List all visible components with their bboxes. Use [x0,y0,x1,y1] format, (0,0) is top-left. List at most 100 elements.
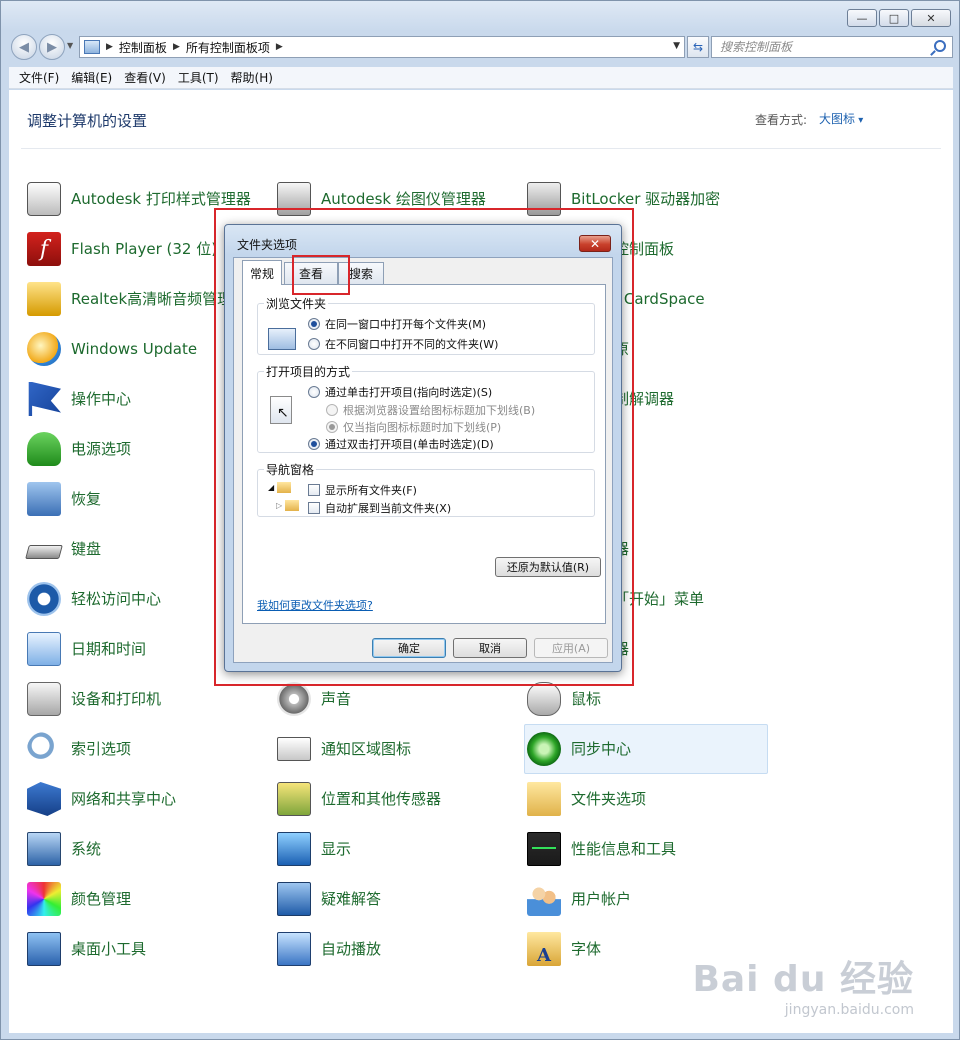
cp-item-windows-update[interactable]: Windows Update [15,326,197,372]
checkbox-auto-expand[interactable]: 自动扩展到当前文件夹(X) [308,500,451,516]
breadcrumb-arrow-icon[interactable]: ▶ [173,42,180,52]
cp-item-label: 显示 [321,840,352,858]
watermark-logo: Bai du 经验 [692,959,914,1000]
menu-view[interactable]: 查看(V) [124,69,176,86]
ok-button[interactable]: 确定 [372,638,446,658]
checkbox-label: 自动扩展到当前文件夹(X) [325,502,452,515]
watermark-url: jingyan.baidu.com [784,1002,914,1018]
cp-item-date-time[interactable]: 日期和时间 [15,626,146,672]
checkbox[interactable] [308,502,320,514]
view-by-dropdown[interactable]: 大图标 [819,110,863,127]
cp-item-ease-of-access[interactable]: 轻松访问中心 [15,576,161,622]
cp-item-label: 系统 [71,840,102,858]
radio-button[interactable] [308,318,320,330]
cp-item-keyboard[interactable]: 键盘 [15,526,101,572]
radio-label: 根据浏览器设置给图标标题加下划线(B) [343,404,536,417]
cp-item-label: 文件夹选项 [571,790,647,808]
radio-single-click[interactable]: 通过单击打开项目(指向时选定)(S) [308,384,492,400]
group-legend: 打开项目的方式 [266,365,351,379]
cp-item-index-options[interactable]: 索引选项 [15,726,131,772]
address-bar[interactable]: ▶ 控制面板 ▶ 所有控制面板项 ▶ ▼ [79,36,685,58]
cp-item-sync-center[interactable]: 同步中心 [524,724,768,774]
help-link[interactable]: 我如何更改文件夹选项? [257,597,373,613]
watermark: Bai du 经验 jingyan.baidu.com [692,950,914,1018]
radio-label: 仅当指向图标标题时加下划线(P) [343,421,502,434]
navigation-pane-group: 导航窗格 ◢ ▷ 显示所有文件夹(F) 自动扩展到当前文件夹(X) [257,461,595,517]
windows-update-icon [27,332,61,366]
checkbox-show-all-folders[interactable]: 显示所有文件夹(F) [308,482,417,498]
date-time-icon [27,632,61,666]
checkbox[interactable] [308,484,320,496]
recent-pages-dropdown-icon[interactable]: ▼ [67,41,73,50]
search-input[interactable] [720,40,920,54]
refresh-button[interactable]: ⇆ [687,36,709,58]
dialog-close-button[interactable]: ✕ [579,235,611,252]
menu-edit[interactable]: 编辑(E) [71,69,122,86]
address-dropdown-icon[interactable]: ▼ [673,41,680,51]
forward-button[interactable]: ▶ [39,34,65,60]
breadcrumb-control-panel[interactable]: 控制面板 [119,39,167,56]
radio-button [326,421,338,433]
radio-double-click[interactable]: 通过双击打开项目(单击时选定)(D) [308,436,494,452]
cp-item-label: 日期和时间 [71,640,147,658]
cp-item-label: 电源选项 [71,440,132,458]
radio-label: 通过单击打开项目(指向时选定)(S) [325,386,493,399]
cp-item-user-accounts[interactable]: 用户帐户 [515,876,631,922]
breadcrumb-arrow-icon[interactable]: ▶ [106,42,113,52]
cp-item-performance[interactable]: 性能信息和工具 [515,826,676,872]
forward-arrow-icon: ▶ [47,39,57,55]
breadcrumb-all-items[interactable]: 所有控制面板项 [186,39,270,56]
cp-item-devices-printers[interactable]: 设备和打印机 [15,676,161,722]
color-management-icon [27,882,61,916]
cp-item-action-center[interactable]: 操作中心 [15,376,131,422]
cp-item-recovery[interactable]: 恢复 [15,476,101,522]
cp-item-folder-options[interactable]: 文件夹选项 [515,776,646,822]
menu-tools[interactable]: 工具(T) [178,69,229,86]
cp-item-realtek-audio[interactable]: Realtek高清晰音频管理器 [15,276,247,322]
address-row: ◀ ▶ ▼ ▶ 控制面板 ▶ 所有控制面板项 ▶ ▼ ⇆ [9,33,953,61]
menu-help[interactable]: 帮助(H) [231,69,283,86]
menu-file[interactable]: 文件(F) [19,69,69,86]
cp-item-flash-player[interactable]: f Flash Player (32 位) [15,226,217,272]
radio-button[interactable] [308,338,320,350]
restore-defaults-button[interactable]: 还原为默认值(R) [495,557,601,577]
cp-item-desktop-gadgets[interactable]: 桌面小工具 [15,926,146,972]
cp-item-troubleshooting[interactable]: 疑难解答 [265,876,381,922]
radio-button[interactable] [308,386,320,398]
cp-item-network-sharing[interactable]: 网络和共享中心 [15,776,176,822]
radio-button[interactable] [308,438,320,450]
power-icon [27,432,61,466]
minimize-button[interactable]: — [847,9,877,27]
cp-item-system[interactable]: 系统 [15,826,101,872]
cp-item-display[interactable]: 显示 [265,826,351,872]
close-button[interactable]: ✕ [911,9,951,27]
cp-item-power-options[interactable]: 电源选项 [15,426,131,472]
folder-options-dialog: 文件夹选项 ✕ 常规 查看 搜索 浏览文件夹 在同一窗口中打开每个文件夹(M) … [224,224,622,672]
breadcrumb-arrow-icon[interactable]: ▶ [276,42,283,52]
search-icon[interactable] [934,40,946,52]
dialog-body: 常规 查看 搜索 浏览文件夹 在同一窗口中打开每个文件夹(M) 在不同窗口中打开… [233,255,613,663]
radio-same-window[interactable]: 在同一窗口中打开每个文件夹(M) [308,316,486,332]
tab-general[interactable]: 常规 [242,260,282,285]
cancel-button[interactable]: 取消 [453,638,527,658]
divider [21,148,941,149]
search-box[interactable] [711,36,953,58]
cp-item-location-sensors[interactable]: 位置和其他传感器 [265,776,441,822]
cp-item-fonts[interactable]: A 字体 [515,926,601,972]
cp-item-autoplay[interactable]: 自动播放 [265,926,381,972]
location-sensor-icon [277,782,311,816]
cp-item-color-management[interactable]: 颜色管理 [15,876,131,922]
keyboard-icon [25,545,63,559]
notification-area-icon [277,737,311,761]
printer-icon [27,182,61,216]
cp-item-notification-icons[interactable]: 通知区域图标 [265,726,411,772]
system-icon [27,832,61,866]
radio-new-window[interactable]: 在不同窗口中打开不同的文件夹(W) [308,336,498,352]
action-center-flag-icon [28,382,61,416]
browse-folders-icon [268,328,296,350]
back-button[interactable]: ◀ [11,34,37,60]
user-accounts-icon [527,882,561,916]
open-items-group: 打开项目的方式 通过单击打开项目(指向时选定)(S) 根据浏览器设置给图标标题加… [257,363,595,453]
tree-node-expanded: ◢ [268,482,297,493]
maximize-button[interactable]: □ [879,9,909,27]
